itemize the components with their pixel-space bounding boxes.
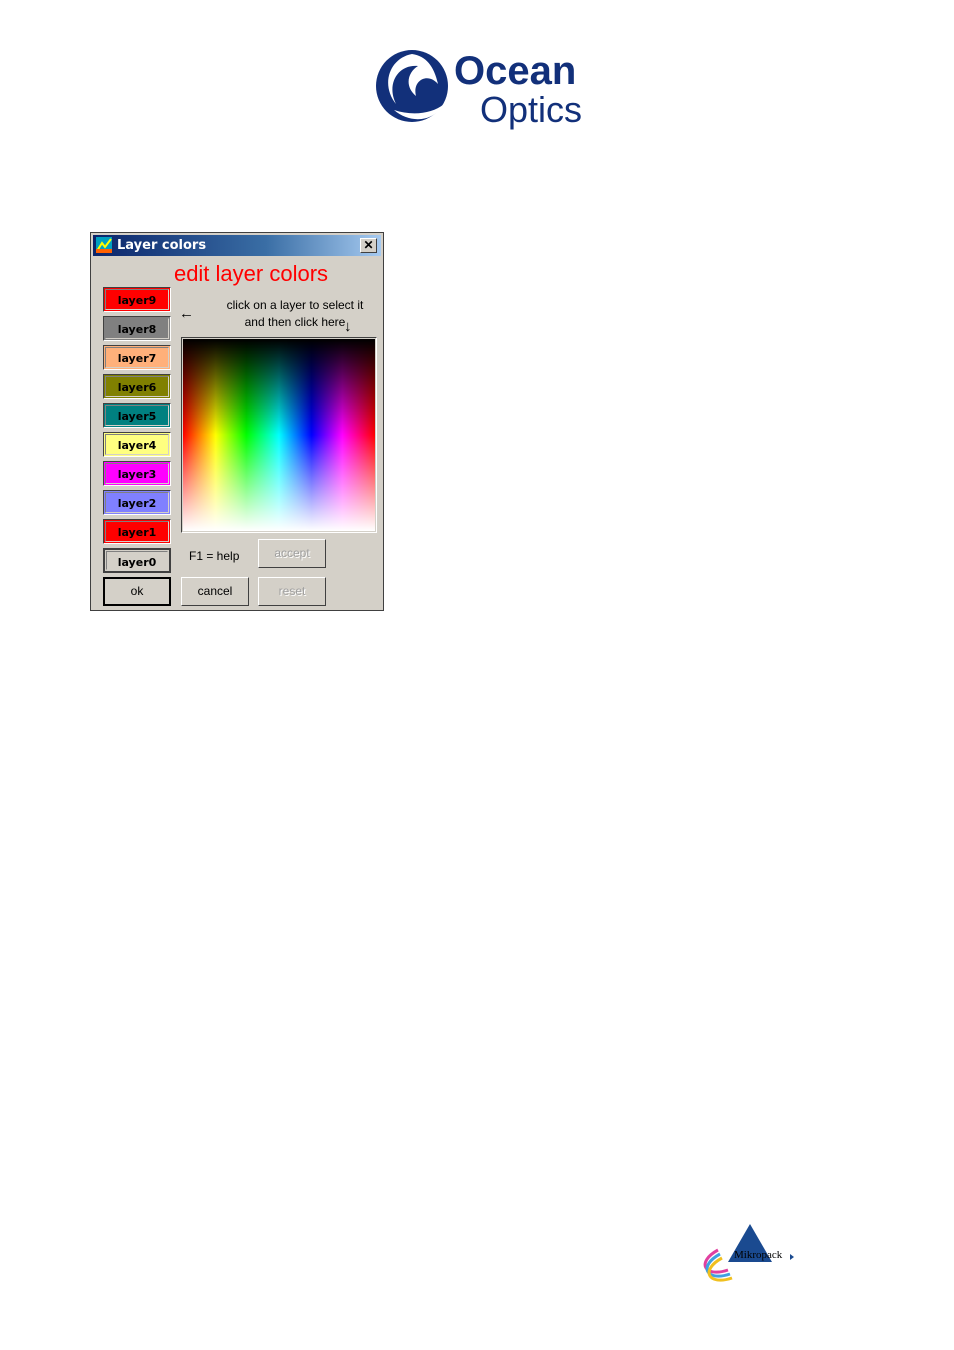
wave-icon [376,50,448,122]
layer-label: layer1 [117,526,157,539]
layer-button-layer8[interactable]: layer8 [103,316,171,341]
layer-label: layer3 [117,468,157,481]
layer-button-face: layer6 [105,376,169,397]
color-palette[interactable] [181,337,377,533]
color-gradient[interactable] [183,339,375,531]
layer-button-layer4[interactable]: layer4 [103,432,171,457]
cancel-button[interactable]: cancel [181,577,249,606]
arrow-left-icon: ← [179,305,194,322]
close-button[interactable]: ✕ [360,238,377,253]
layer-button-face: layer5 [105,405,169,426]
window-title: Layer colors [117,238,207,253]
layer-label: layer7 [117,352,157,365]
layer-button-face: layer1 [105,521,169,542]
layer-colors-dialog: Layer colors ✕ edit layer colors layer9 l… [90,232,384,611]
accept-button[interactable]: accept [258,539,326,568]
layer-button-layer0[interactable]: layer0 [103,548,171,573]
logo-line-2: Optics [480,89,582,130]
title-bar[interactable]: Layer colors ✕ [93,235,381,256]
layers-app-icon [96,237,112,253]
layer-label: layer2 [117,497,157,510]
arrow-down-icon: ↓ [344,318,352,335]
mikropack-text: Mikropack [734,1249,783,1261]
layer-button-face: layer4 [105,434,169,455]
layer-button-layer3[interactable]: layer3 [103,461,171,486]
layer-button-face: layer7 [105,347,169,368]
layer-button-layer7[interactable]: layer7 [103,345,171,370]
ok-button[interactable]: ok [103,577,171,606]
ocean-optics-logo: Ocean Optics [376,49,582,130]
close-icon: ✕ [363,238,374,252]
instruction-line-1: click on a layer to select it [226,298,364,312]
layer-button-face: layer0 [106,551,168,570]
layer-button-layer2[interactable]: layer2 [103,490,171,515]
layer-label: layer5 [117,410,157,423]
layer-button-layer9[interactable]: layer9 [103,287,171,312]
reset-button[interactable]: reset [258,577,326,606]
layer-button-layer6[interactable]: layer6 [103,374,171,399]
layer-label: layer0 [117,556,157,569]
layer-label: layer6 [117,381,157,394]
layer-button-face: layer8 [105,318,169,339]
layer-label: layer4 [117,439,157,452]
logo-line-1: Ocean [454,49,576,93]
mikropack-logo: Mikropack [703,1224,794,1282]
layer-button-layer5[interactable]: layer5 [103,403,171,428]
layer-button-face: layer3 [105,463,169,484]
layer-button-face: layer9 [105,289,169,310]
help-hint: F1 = help [189,549,240,563]
layer-button-face: layer2 [105,492,169,513]
triangle-marker-icon [790,1254,794,1260]
layer-label: layer9 [117,294,157,307]
dialog-heading: edit layer colors [173,261,329,286]
layer-button-layer1[interactable]: layer1 [103,519,171,544]
layer-label: layer8 [117,323,157,336]
